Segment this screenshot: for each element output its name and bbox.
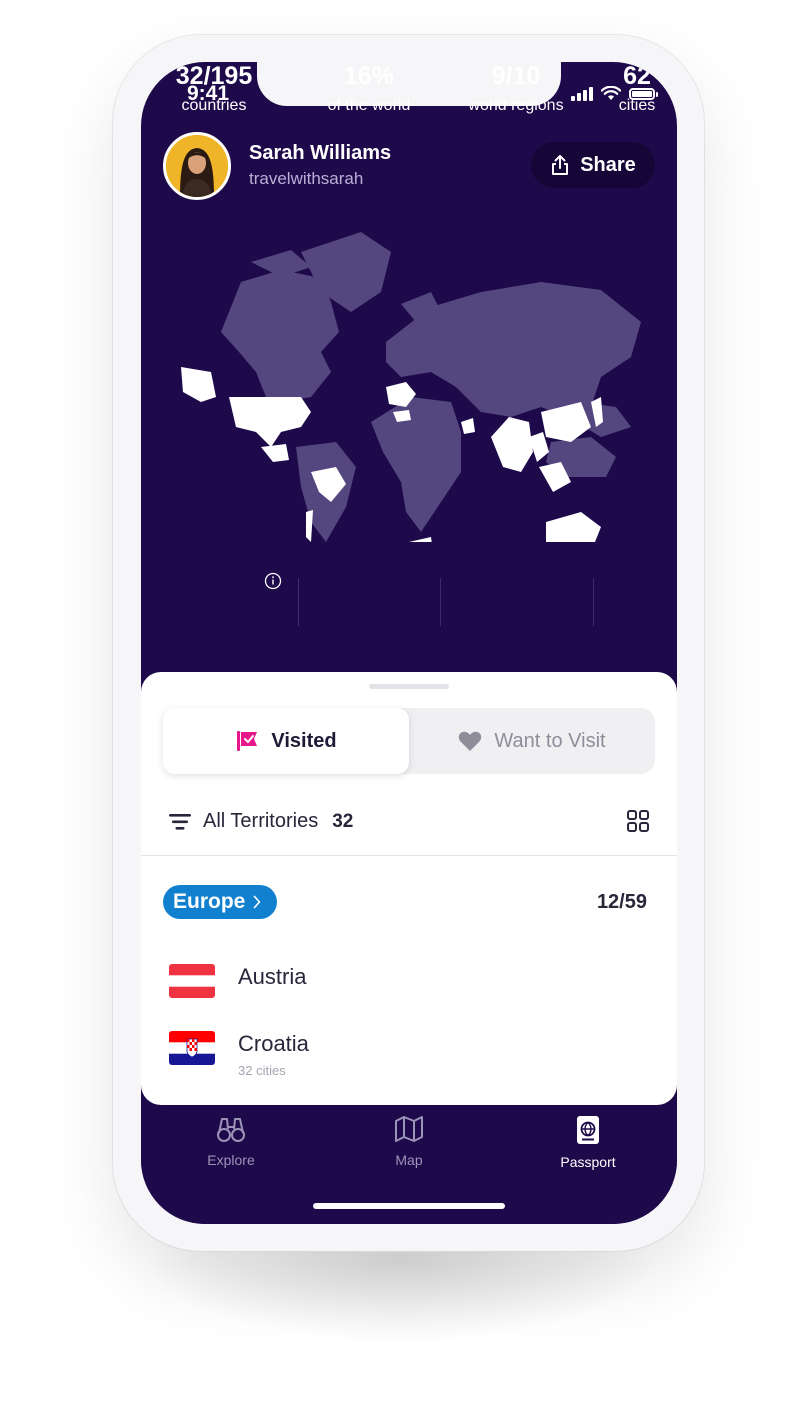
sheet-handle[interactable] [369,684,449,689]
tab-explore-label: Explore [207,1152,255,1168]
filter-icon [169,813,191,830]
info-icon[interactable] [264,572,282,590]
croatia-flag-icon [169,1031,215,1065]
bottom-sheet: Visited Want to Visit All Territories 32 [141,672,677,1105]
list-item-austria[interactable]: Austria [169,960,629,1000]
avatar[interactable] [163,132,231,200]
stat-regions[interactable]: 9/10 world regions [451,62,581,115]
country-name: Croatia [238,1031,309,1056]
region-count: 12/59 [596,891,647,913]
binoculars-icon [217,1118,245,1142]
profile-name: Sarah Williams [249,142,392,164]
tab-map[interactable]: Map [349,1115,469,1168]
home-indicator [313,1203,505,1209]
stat-cities-label: cities [618,97,656,114]
region-europe-button[interactable]: Europe [163,885,277,919]
tab-passport[interactable]: Passport [528,1115,648,1170]
profile-handle: travelwithsarah [249,169,364,188]
stat-world-value: 16% [343,62,395,90]
visit-segmented-control: Visited Want to Visit [163,708,655,774]
tab-passport-label: Passport [560,1154,616,1170]
heart-icon [459,731,482,751]
filter-count: 32 [332,810,354,832]
stat-cities-value: 62 [623,62,651,90]
list-item-croatia[interactable]: Croatia 32 cities [169,1027,629,1078]
stat-divider [298,578,299,626]
avatar-photo [166,135,228,197]
section-divider [141,855,677,856]
tab-explore[interactable]: Explore [171,1115,291,1168]
grid-view-icon[interactable] [627,810,649,832]
stat-divider [440,578,441,626]
phone-screen: 9:41 Sarah Williams travelwithsarah Shar… [141,62,677,1224]
austria-flag-icon [169,964,215,998]
region-name: Europe [173,890,246,913]
stat-countries[interactable]: 32/195 countries [154,62,274,115]
world-map[interactable] [161,222,661,542]
tab-want-to-visit-label: Want to Visit [494,729,606,752]
chevron-right-icon [254,895,261,909]
share-icon [552,155,569,175]
stat-divider [593,578,594,626]
filter-label: All Territories [203,810,319,832]
stat-countries-value: 32/195 [175,62,253,90]
tab-map-label: Map [395,1152,423,1168]
territory-filter[interactable]: All Territories 32 [169,810,353,833]
country-name: Austria [238,964,307,989]
stat-world[interactable]: 16% of the world [309,62,429,115]
map-icon [395,1116,423,1142]
map-land [221,232,641,542]
visited-flag-icon [237,731,258,751]
stat-cities[interactable]: 62 cities [607,62,667,115]
stat-world-label: of the world [327,97,411,114]
tab-visited-label: Visited [271,729,337,752]
share-label: Share [580,153,636,176]
tab-visited[interactable]: Visited [163,708,409,774]
stat-regions-label: world regions [468,97,564,114]
share-button[interactable]: Share [531,142,655,188]
stat-countries-label: countries [181,97,247,114]
tab-want-to-visit[interactable]: Want to Visit [409,708,655,774]
passport-icon [577,1116,599,1144]
stat-regions-value: 9/10 [491,62,541,90]
country-cities: 32 cities [238,1063,286,1078]
